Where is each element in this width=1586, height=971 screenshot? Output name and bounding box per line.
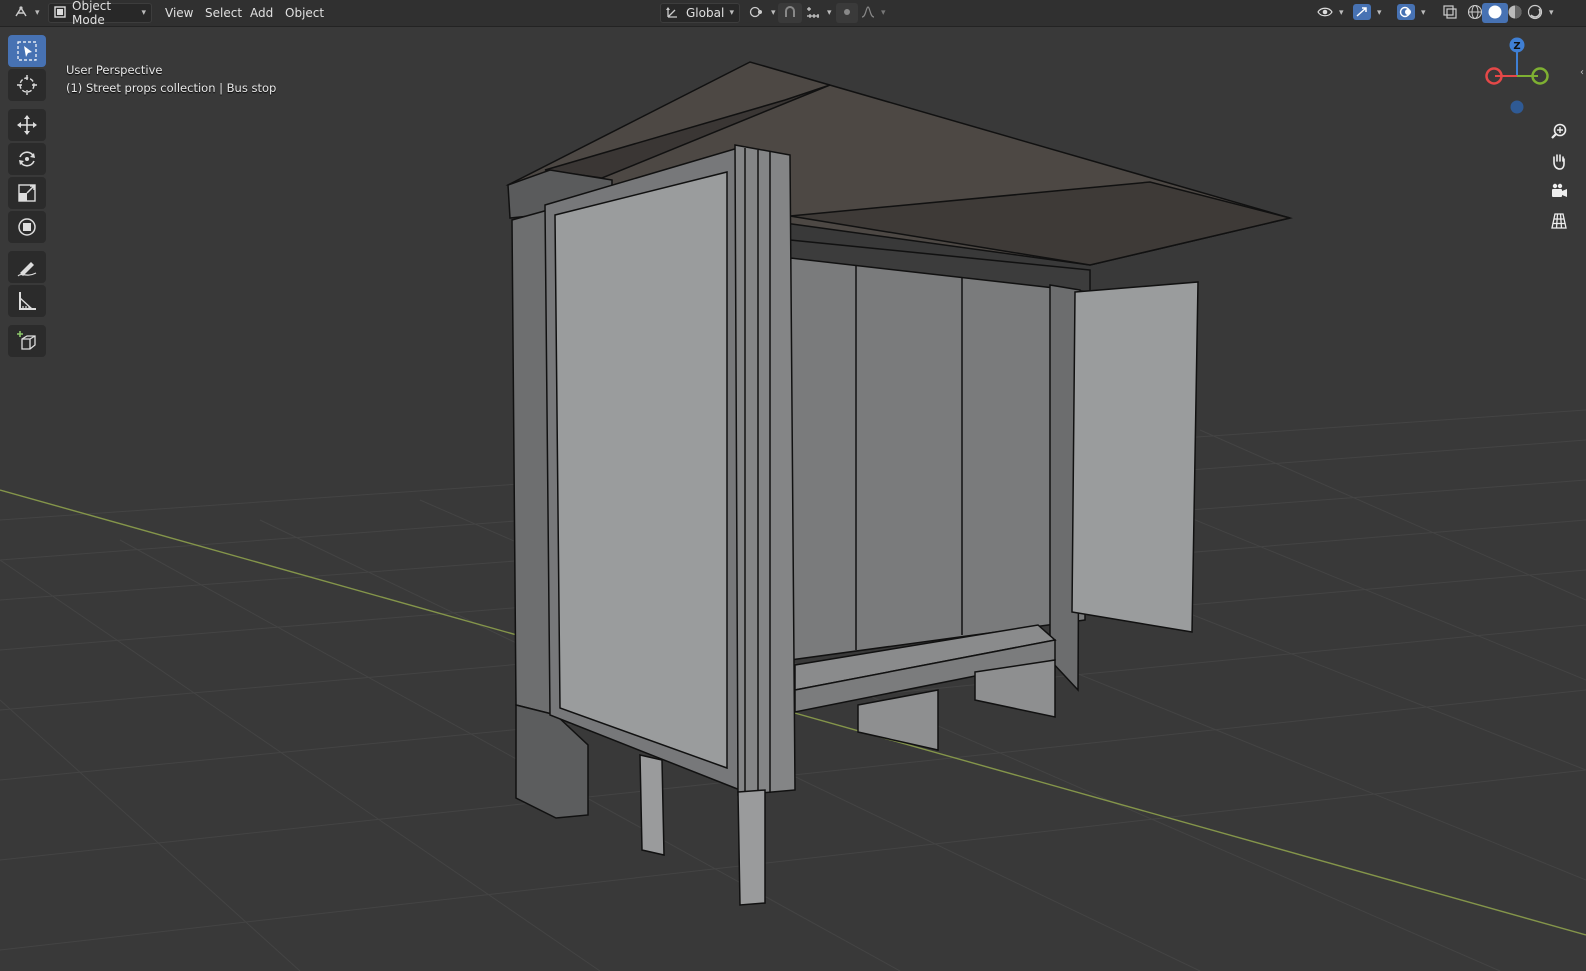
left-ad-panel	[507, 144, 796, 906]
scale-tool[interactable]	[8, 177, 46, 209]
menu-add[interactable]: Add	[245, 3, 278, 23]
overlay-icon	[1397, 3, 1415, 23]
overlay-toggle[interactable]: ▾	[1392, 3, 1431, 23]
object-info: (1) Street props collection | Bus stop	[66, 81, 277, 95]
move-tool[interactable]	[8, 109, 46, 141]
orientation-label: Global	[686, 6, 725, 20]
right-panel	[1049, 281, 1199, 692]
transform-icon	[18, 218, 36, 236]
ortho-grid-icon	[1551, 213, 1567, 229]
solid-shading-icon	[1487, 4, 1503, 23]
proportional-editing-toggle[interactable]	[836, 3, 858, 23]
mode-selector[interactable]: Object Mode ▾	[48, 0, 152, 27]
transform-orientation-dropdown[interactable]: Global ▾	[660, 3, 740, 23]
select-box-icon	[17, 41, 37, 61]
camera-icon	[1552, 183, 1567, 197]
pivot-point-button[interactable]: ▾	[744, 3, 781, 23]
viewport-scene	[0, 61, 1586, 971]
transform-orientation-icon	[666, 5, 680, 22]
visibility-dropdown[interactable]: ▾	[1312, 3, 1349, 23]
chevron-down-icon: ▾	[1339, 8, 1344, 18]
falloff-curve-icon	[861, 5, 875, 22]
view-name: User Perspective	[66, 63, 163, 77]
proportional-editing-icon	[841, 6, 853, 21]
pan-button[interactable]	[1546, 148, 1572, 174]
pan-hand-icon	[1553, 154, 1565, 170]
snap-icon	[783, 5, 797, 22]
chevron-down-icon: ▾	[729, 8, 734, 18]
scale-icon	[18, 184, 36, 202]
falloff-dropdown[interactable]: ▾	[856, 3, 891, 23]
zoom-icon	[1551, 123, 1567, 139]
add-cube-tool[interactable]	[8, 325, 46, 357]
menu-select[interactable]: Select	[200, 3, 247, 23]
object-mode-icon	[54, 5, 66, 21]
3d-viewport[interactable]: User Perspective (1) Street props collec…	[0, 27, 1586, 971]
chevron-down-icon: ▾	[1549, 8, 1554, 18]
sidebar-toggle-icon[interactable]: ‹	[1580, 67, 1584, 78]
add-cube-icon	[17, 331, 36, 350]
camera-view-button[interactable]	[1546, 178, 1572, 204]
negative-z-handle	[1510, 100, 1524, 114]
chevron-down-icon: ▾	[771, 8, 776, 18]
rotate-tool[interactable]	[8, 143, 46, 175]
rotate-icon	[19, 151, 35, 167]
pivot-point-icon	[749, 5, 765, 22]
chevron-down-icon: ▾	[1421, 8, 1426, 18]
select-box-tool[interactable]	[8, 35, 46, 67]
snap-increment-icon	[805, 5, 821, 22]
back-wall	[789, 239, 1091, 661]
annotate-tool[interactable]	[8, 251, 46, 283]
cursor-tool[interactable]	[8, 69, 46, 101]
ortho-toggle-button[interactable]	[1546, 208, 1572, 234]
wireframe-shading-icon	[1467, 4, 1483, 23]
menu-object[interactable]: Object	[280, 3, 329, 23]
cursor-icon	[17, 75, 37, 95]
xray-toggle[interactable]	[1438, 3, 1462, 23]
menu-view[interactable]: View	[160, 3, 198, 23]
annotate-icon	[17, 262, 37, 277]
chevron-down-icon: ▾	[881, 8, 886, 18]
transform-tool[interactable]	[8, 211, 46, 243]
navigation-gizmo[interactable]: Z	[1480, 33, 1560, 123]
visibility-eye-icon	[1317, 5, 1333, 22]
chevron-down-icon: ▾	[141, 8, 146, 18]
material-preview-icon	[1507, 4, 1523, 23]
gizmo-toggle[interactable]: ▾	[1348, 3, 1387, 23]
move-icon	[17, 115, 37, 135]
xray-icon	[1443, 4, 1457, 22]
chevron-down-icon: ▾	[1377, 8, 1382, 18]
mode-label: Object Mode	[72, 0, 112, 27]
zoom-button[interactable]	[1546, 118, 1572, 144]
gizmo-icon	[1353, 3, 1371, 23]
viewport-info: User Perspective (1) Street props collec…	[66, 61, 276, 97]
z-axis-label: Z	[1513, 41, 1520, 52]
chevron-down-icon: ▾	[827, 8, 832, 18]
viewport-header: ▾ Object Mode ▾ View Select Add Object G…	[0, 0, 1586, 27]
snap-toggle[interactable]	[778, 3, 802, 23]
measure-icon	[19, 292, 36, 310]
3d-viewport-icon	[13, 5, 29, 22]
blender-window: ▾ Object Mode ▾ View Select Add Object G…	[0, 0, 1586, 971]
rendered-shading-icon	[1527, 4, 1543, 23]
snap-increment-button[interactable]: ▾	[800, 3, 837, 23]
measure-tool[interactable]	[8, 285, 46, 317]
editor-type-button[interactable]: ▾	[8, 3, 45, 23]
rendered-shading-button[interactable]: ▾	[1522, 3, 1559, 23]
chevron-down-icon: ▾	[35, 8, 40, 18]
